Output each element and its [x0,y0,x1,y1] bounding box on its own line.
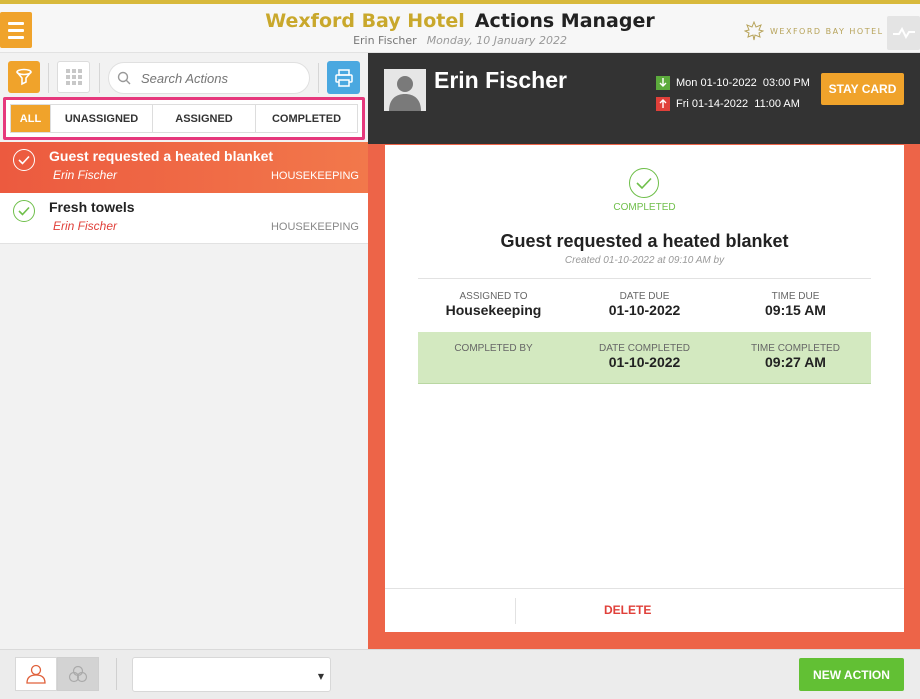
group-button[interactable] [57,657,99,691]
completed-by: COMPLETED BY [418,343,569,383]
info-label: DATE DUE [619,291,670,302]
action-department: HOUSEKEEPING [270,221,359,233]
info-value: 01-10-2022 [608,302,681,318]
departure-date: Fri 01-14-2022 11:00 AM [676,97,800,110]
actions-list: Guest requested a heated blanket Erin Fi… [0,142,368,244]
date-due: DATE DUE 01-10-2022 [569,291,720,331]
stay-dates: Mon 01-10-2022 03:00 PM Fri 01-14-2022 1… [656,72,810,114]
date-completed: DATE COMPLETED 01-10-2022 [569,343,720,383]
stay-card-button[interactable]: STAY CARD [821,73,904,105]
toolbar-divider [318,63,319,93]
brand-logo: WEXFORD BAY HOTEL [744,21,884,41]
toolbar-divider [48,63,49,93]
printer-icon [334,68,353,87]
created-info: Created 01-10-2022 at 09:10 AM by [564,255,725,266]
person-silhouette-icon [389,76,421,111]
assigned-to: ASSIGNED TO Housekeeping [418,291,569,331]
guest-name: Erin Fischer [434,67,567,93]
info-value: 01-10-2022 [608,354,681,370]
grid-icon [65,69,82,85]
divider [418,278,871,279]
print-button[interactable] [327,61,360,94]
action-detail-panel: Erin Fischer Mon 01-10-2022 03:00 PM Fri… [368,53,920,649]
search-input[interactable] [141,70,291,86]
filter-select[interactable]: ▼ [132,657,331,692]
detail-title: Guest requested a heated blanket [500,231,789,251]
tab-completed[interactable]: COMPLETED [256,105,357,132]
info-value: Housekeeping [445,302,542,318]
tab-assigned[interactable]: ASSIGNED [153,105,256,132]
action-title: Guest requested a heated blanket [49,148,274,164]
hotel-name: Wexford Bay Hotel [265,10,465,32]
group-icon [68,665,88,683]
avatar [384,69,426,111]
maple-leaf-icon [744,21,764,41]
completion-row: COMPLETED BY DATE COMPLETED 01-10-2022 T… [418,332,871,384]
arrival-arrow-icon [656,75,670,90]
bottom-bar: ▼ NEW ACTION [0,649,920,699]
tab-unassigned[interactable]: UNASSIGNED [51,105,153,132]
assignment-row: ASSIGNED TO Housekeeping DATE DUE 01-10-… [418,291,871,331]
delete-button[interactable]: DELETE [604,603,651,617]
bottom-divider [116,658,117,690]
info-label: TIME DUE [771,291,820,302]
card-footer: DELETE [385,588,904,632]
actions-list-panel: ALL UNASSIGNED ASSIGNED COMPLETED Guest … [0,53,368,649]
top-header: Wexford Bay Hotel Actions Manager Erin Fi… [0,0,920,53]
single-guest-button[interactable] [15,657,57,691]
action-guest: Erin Fischer [53,219,118,233]
filter-button[interactable] [8,61,40,93]
info-label: COMPLETED BY [454,343,533,354]
search-box[interactable] [108,62,310,94]
caret-down-icon: ▼ [317,672,324,681]
status-tabs-highlight: ALL UNASSIGNED ASSIGNED COMPLETED [3,97,365,140]
activity-button[interactable] [887,16,920,50]
departure-row: Fri 01-14-2022 11:00 AM [656,93,810,114]
new-action-button[interactable]: NEW ACTION [799,658,904,691]
arrival-date: Mon 01-10-2022 03:00 PM [676,76,810,89]
list-item[interactable]: Guest requested a heated blanket Erin Fi… [0,142,368,193]
time-completed: TIME COMPLETED 09:27 AM [720,343,871,383]
status-tabs: ALL UNASSIGNED ASSIGNED COMPLETED [10,104,358,133]
brand-text: WEXFORD BAY HOTEL [770,26,884,36]
action-guest: Erin Fischer [53,168,118,182]
departure-arrow-icon [656,96,670,111]
info-value: 09:27 AM [765,354,826,370]
time-due: TIME DUE 09:15 AM [720,291,871,331]
person-icon [26,664,46,684]
check-icon [13,200,35,222]
filter-icon [16,68,32,86]
action-detail-card: COMPLETED Guest requested a heated blank… [385,145,904,632]
tab-all[interactable]: ALL [11,105,51,132]
info-label: ASSIGNED TO [459,291,528,302]
action-title: Fresh towels [49,199,135,215]
grid-view-button[interactable] [57,61,90,93]
current-user: Erin Fischer [353,34,417,47]
app-name: Actions Manager [474,10,655,32]
list-item[interactable]: Fresh towels Erin Fischer HOUSEKEEPING [0,193,368,244]
search-icon [117,71,131,85]
info-label: TIME COMPLETED [751,343,840,354]
action-department: HOUSEKEEPING [270,170,359,182]
guest-bar: Erin Fischer Mon 01-10-2022 03:00 PM Fri… [368,53,920,144]
toolbar-divider [99,63,100,93]
current-date: Monday, 10 January 2022 [426,34,567,47]
pulse-line-icon [892,27,915,39]
info-value: 09:15 AM [765,302,826,318]
status-label: COMPLETED [613,202,676,213]
arrival-row: Mon 01-10-2022 03:00 PM [656,72,810,93]
footer-divider [515,598,516,624]
list-toolbar [0,53,368,98]
check-icon [13,149,35,171]
completed-check-icon [629,168,659,198]
info-label: DATE COMPLETED [599,343,690,354]
